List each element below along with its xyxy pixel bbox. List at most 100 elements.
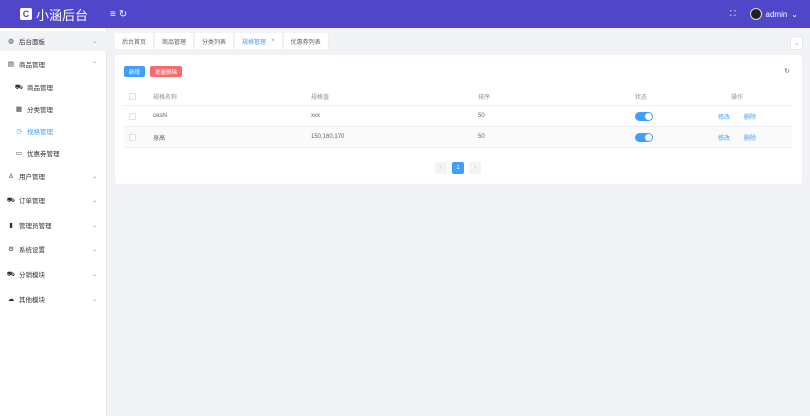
sidebar-item-label: 用户管理 (19, 174, 45, 181)
sidebar-item-label: 管理员管理 (19, 223, 52, 230)
edit-button[interactable]: 修改 (718, 133, 730, 142)
shop-icon: ▤ (7, 61, 15, 68)
refresh-icon[interactable]: ↻ (784, 67, 790, 75)
tab-label: 商品管理 (162, 39, 187, 46)
spec-name: 身高 (153, 135, 166, 142)
spec-value: 150,160,170 (311, 134, 345, 140)
chevron-down-icon: ⌄ (793, 40, 800, 47)
chevron-up-icon: ⌃ (91, 61, 97, 68)
sidebar: ◍ 后台面板 ⌄ ▤ 商品管理 ⌃ ⛟ 商品管理 ▦ 分类管理 ◷ 规格管理 ▭… (0, 28, 107, 416)
status-toggle[interactable] (635, 111, 653, 121)
username: admin (765, 9, 788, 19)
spec-value: xxx (311, 113, 320, 119)
add-button[interactable]: 新增 (124, 66, 146, 77)
column-header-value: 规格值 (311, 95, 330, 101)
row-checkbox[interactable] (129, 112, 136, 120)
column-header-actions: 操作 (731, 95, 744, 101)
chevron-down-icon: ⌄ (91, 38, 97, 45)
cart-icon: ⛟ (6, 270, 16, 278)
sidebar-item-category[interactable]: ▦ 分类管理 (0, 99, 107, 119)
cloud-icon: ☁ (7, 296, 15, 303)
tab-label: 后台首页 (122, 39, 147, 46)
grid-icon: ▦ (15, 106, 23, 113)
sidebar-item-coupon[interactable]: ▭ 优惠券管理 (0, 143, 107, 163)
select-all-checkbox[interactable] (129, 93, 136, 100)
refresh-icon[interactable]: ↻ (119, 9, 127, 20)
chevron-down-icon: ⌄ (91, 173, 97, 180)
content-card: 新增 批量删除 ↻ 规格名称 规格值 排序 状态 操作 ceshi xxx 50… (115, 55, 802, 184)
sidebar-item-orders[interactable]: ⛟ 订单管理 ⌄ (0, 190, 107, 210)
chart-icon: ▮ (9, 222, 13, 229)
tab-spec[interactable]: 规格管理 × (235, 33, 283, 49)
sidebar-item-goods-list[interactable]: ⛟ 商品管理 (0, 77, 107, 97)
sidebar-item-label: 系统设置 (19, 247, 45, 254)
sidebar-item-settings[interactable]: ⚙ 系统设置 ⌄ (0, 239, 107, 259)
tab-label: 优惠券列表 (290, 39, 321, 46)
row-checkbox[interactable] (129, 133, 136, 141)
column-header-sort: 排序 (478, 95, 491, 101)
spec-name: ceshi (153, 113, 168, 119)
close-icon[interactable]: × (271, 38, 275, 44)
sidebar-item-spec[interactable]: ◷ 规格管理 (0, 121, 107, 141)
cart-icon: ⛟ (14, 83, 24, 91)
fold-menu-icon[interactable]: ≡ (110, 9, 116, 20)
fullscreen-icon[interactable]: ⛶ (730, 9, 736, 19)
table-row: 身高 150,160,170 50 修改 删除 (124, 127, 792, 148)
prev-page-button[interactable]: ‹ (435, 162, 447, 174)
spec-sort: 50 (478, 113, 485, 119)
chevron-down-icon: ⌄ (91, 222, 97, 229)
pagination: ‹ 1 › (435, 162, 481, 174)
gear-icon: ⚙ (8, 246, 14, 253)
sidebar-item-users[interactable]: ♙ 用户管理 ⌄ (0, 166, 107, 186)
table-header: 规格名称 规格值 排序 状态 操作 (124, 88, 792, 106)
next-page-button[interactable]: › (469, 162, 481, 174)
sidebar-item-label: 分销模块 (19, 272, 45, 279)
sidebar-item-label: 规格管理 (27, 129, 53, 136)
chevron-down-icon: ⌄ (91, 296, 97, 303)
page-number-button[interactable]: 1 (452, 162, 464, 174)
spec-table: 规格名称 规格值 排序 状态 操作 ceshi xxx 50 修改 删除 身高 … (124, 88, 792, 148)
tabs-bar: 后台首页 商品管理 分类列表 规格管理 × 优惠券列表 ⌄ (107, 28, 810, 54)
truck-icon: ⛟ (6, 196, 16, 204)
column-header-name: 规格名称 (153, 95, 178, 101)
sidebar-item-label: 分类管理 (27, 107, 53, 114)
chevron-down-icon: ⌄ (791, 9, 798, 19)
table-row: ceshi xxx 50 修改 删除 (124, 106, 792, 127)
top-header: C 小涵后台 ≡ ↻ ⛶ admin ⌄ (0, 0, 810, 28)
chevron-down-icon: ⌄ (91, 271, 97, 278)
column-header-status: 状态 (635, 95, 648, 101)
sidebar-item-goods[interactable]: ▤ 商品管理 ⌃ (0, 54, 107, 74)
logo-icon: C (20, 8, 32, 20)
sidebar-item-label: 优惠券管理 (27, 151, 60, 158)
sidebar-item-label: 商品管理 (19, 62, 45, 69)
app-title: 小涵后台 (36, 8, 89, 24)
tab-category[interactable]: 分类列表 (195, 33, 235, 49)
user-menu[interactable]: admin ⌄ (749, 8, 798, 20)
delete-button[interactable]: 删除 (744, 112, 756, 121)
batch-delete-button[interactable]: 批量删除 (150, 66, 183, 77)
sidebar-item-label: 后台面板 (19, 39, 45, 46)
sidebar-item-label: 其他模块 (19, 297, 45, 304)
delete-button[interactable]: 删除 (744, 133, 756, 142)
sidebar-item-label: 商品管理 (27, 85, 53, 92)
edit-button[interactable]: 修改 (718, 112, 730, 121)
sidebar-item-label: 订单管理 (19, 198, 45, 205)
ticket-icon: ▭ (15, 150, 23, 157)
sidebar-item-other[interactable]: ☁ 其他模块 ⌄ (0, 289, 107, 309)
dashboard-icon: ◍ (8, 38, 14, 45)
status-toggle[interactable] (635, 132, 653, 142)
tab-coupon[interactable]: 优惠券列表 (283, 33, 329, 49)
spec-sort: 50 (478, 134, 485, 140)
chevron-down-icon: ⌄ (91, 246, 97, 253)
tab-label: 规格管理 (242, 39, 267, 46)
tab-goods[interactable]: 商品管理 (155, 33, 195, 49)
chevron-down-icon: ⌄ (91, 197, 97, 204)
sidebar-item-admins[interactable]: ▮ 管理员管理 ⌄ (0, 215, 107, 235)
sidebar-item-distribution[interactable]: ⛟ 分销模块 ⌄ (0, 264, 107, 284)
tab-dropdown-button[interactable]: ⌄ (790, 36, 803, 50)
tab-home[interactable]: 后台首页 (115, 33, 155, 49)
logo[interactable]: C 小涵后台 (20, 5, 88, 24)
clock-icon: ◷ (16, 128, 22, 135)
sidebar-item-dashboard[interactable]: ◍ 后台面板 ⌄ (0, 31, 107, 51)
tab-label: 分类列表 (202, 39, 227, 46)
